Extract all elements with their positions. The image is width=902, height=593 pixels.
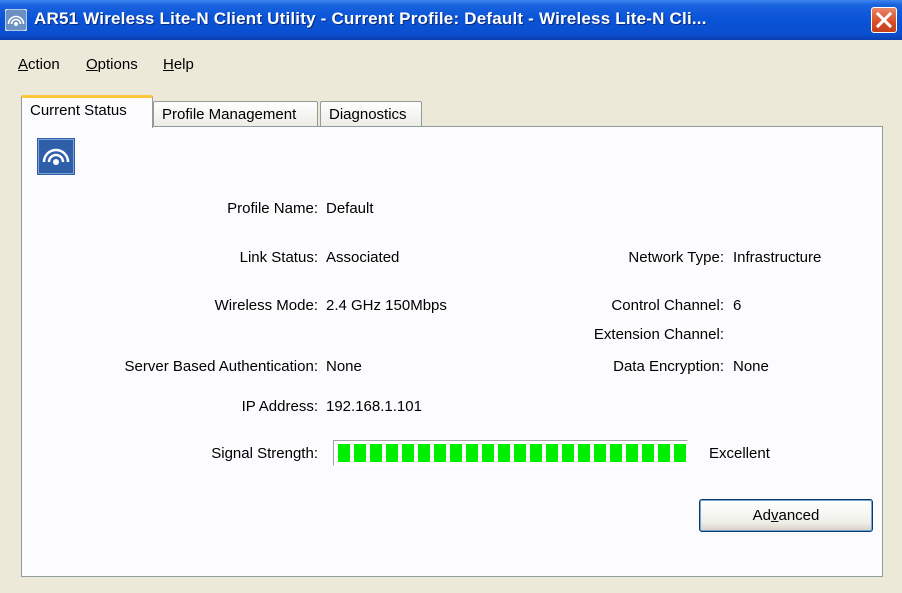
network-type-label: Network Type: [628,249,724,266]
signal-segment [418,444,430,462]
advanced-button[interactable]: Advanced [699,499,873,532]
tab-profile-management-label: Profile Management [162,106,297,123]
window-title: AR51 Wireless Lite-N Client Utility - Cu… [34,9,707,28]
server-auth-label: Server Based Authentication: [124,358,318,375]
signal-segment [466,444,478,462]
menu-help-label: elp [173,56,194,73]
signal-segment [338,444,350,462]
signal-strength-meter [333,440,688,466]
current-status-panel: Profile Name: Default Link Status: Assoc… [21,126,883,577]
signal-segment [642,444,654,462]
signal-segment [450,444,462,462]
tab-current-status[interactable]: Current Status [21,95,153,128]
signal-strength-label: Signal Strength: [211,445,318,462]
menu-action-mnemonic: A [18,56,29,73]
server-auth-value: None [326,358,362,375]
menu-bar: Action Options Help [0,50,902,78]
wireless-network-icon [37,138,75,175]
signal-segment [498,444,510,462]
signal-segment [402,444,414,462]
wireless-mode-label: Wireless Mode: [214,297,318,314]
title-bar[interactable]: AR51 Wireless Lite-N Client Utility - Cu… [0,0,902,40]
close-button[interactable] [871,7,897,33]
signal-segment [370,444,382,462]
tab-profile-management[interactable]: Profile Management [153,101,318,127]
link-status-label: Link Status: [239,249,318,266]
signal-segment [674,444,686,462]
menu-action-label: ction [28,56,60,73]
close-x-icon [875,11,893,29]
signal-segment [482,444,494,462]
tab-diagnostics[interactable]: Diagnostics [320,101,422,127]
advanced-button-label: Advanced [752,507,820,524]
signal-segment [626,444,638,462]
signal-segment [514,444,526,462]
signal-segment [610,444,622,462]
data-encryption-value: None [733,358,769,375]
menu-action[interactable]: Action [18,56,60,73]
ip-address-value: 192.168.1.101 [326,398,422,415]
menu-help-mnemonic: H [163,56,174,73]
signal-segment [658,444,670,462]
signal-segment [578,444,590,462]
extension-channel-label: Extension Channel: [593,326,724,343]
ip-address-label: IP Address: [241,398,318,415]
signal-segment [594,444,606,462]
profile-name-label: Profile Name: [227,200,318,217]
signal-segment [434,444,446,462]
menu-options-label: ptions [97,56,138,73]
data-encryption-label: Data Encryption: [613,358,724,375]
signal-segment [562,444,574,462]
menu-options-mnemonic: O [86,56,98,73]
control-channel-label: Control Channel: [611,297,724,314]
link-status-value: Associated [326,249,400,266]
wireless-mode-value: 2.4 GHz 150Mbps [326,297,447,314]
signal-segment [386,444,398,462]
menu-help[interactable]: Help [163,56,194,73]
signal-strength-text: Excellent [709,445,770,462]
tab-current-status-label: Current Status [30,102,127,119]
tab-diagnostics-label: Diagnostics [329,106,407,123]
signal-segment [354,444,366,462]
profile-name-value: Default [326,200,374,217]
signal-segment [546,444,558,462]
signal-segment [530,444,542,462]
wireless-signal-icon [5,9,27,31]
menu-options[interactable]: Options [86,56,138,73]
utility-window: AR51 Wireless Lite-N Client Utility - Cu… [0,0,902,593]
control-channel-value: 6 [733,297,742,314]
network-type-value: Infrastructure [733,249,822,266]
